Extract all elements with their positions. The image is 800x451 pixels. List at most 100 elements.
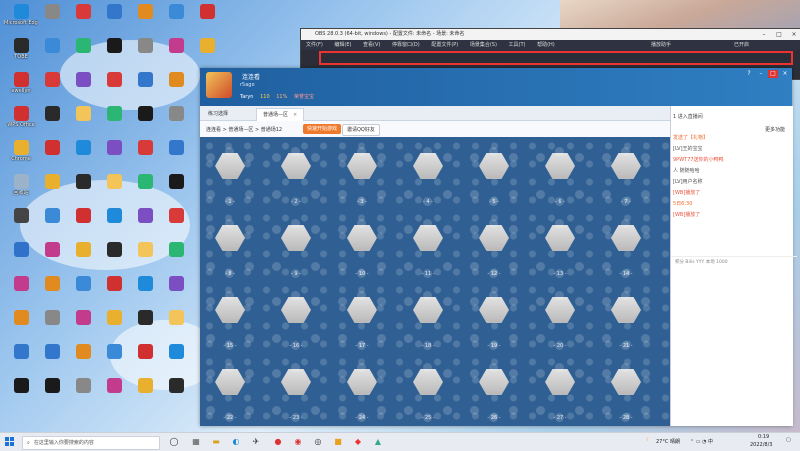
desktop-shortcut[interactable] (35, 38, 69, 54)
empty-seat-icon[interactable] (641, 406, 650, 415)
game-table[interactable]: - 16 - (266, 289, 326, 357)
desktop-shortcut[interactable] (128, 106, 162, 122)
maximize-icon[interactable]: □ (768, 70, 778, 78)
game-table[interactable]: - 26 - (464, 361, 524, 426)
empty-seat-icon[interactable] (225, 291, 234, 300)
empty-seat-icon[interactable] (311, 153, 320, 162)
table-hexagon[interactable] (413, 369, 443, 395)
table-hexagon[interactable] (281, 297, 311, 323)
empty-seat-icon[interactable] (443, 369, 452, 378)
help-icon[interactable]: ? (744, 70, 754, 78)
desktop-shortcut[interactable] (159, 4, 193, 20)
empty-seat-icon[interactable] (423, 147, 432, 156)
weather-icon[interactable]: ☾ (646, 437, 650, 443)
table-hexagon[interactable] (545, 297, 575, 323)
desktop-shortcut[interactable] (97, 38, 131, 54)
empty-seat-icon[interactable] (602, 406, 611, 415)
empty-seat-icon[interactable] (404, 334, 413, 343)
desktop-shortcut[interactable] (35, 208, 69, 224)
obs-menu-docks[interactable]: 停靠窗口(D) (392, 42, 420, 48)
desktop-shortcut[interactable]: Microsoft Edge (4, 4, 38, 26)
empty-seat-icon[interactable] (377, 297, 386, 306)
desktop-shortcut[interactable] (4, 310, 38, 326)
empty-seat-icon[interactable] (311, 297, 320, 306)
game-table[interactable]: - 23 - (266, 361, 326, 426)
empty-seat-icon[interactable] (509, 406, 518, 415)
empty-seat-icon[interactable] (245, 406, 254, 415)
empty-seat-icon[interactable] (575, 334, 584, 343)
empty-seat-icon[interactable] (575, 225, 584, 234)
edge-icon[interactable]: ◐ (230, 436, 242, 448)
game-table[interactable]: - 15 - (200, 289, 260, 357)
app-icon[interactable]: ✈ (250, 436, 262, 448)
empty-seat-icon[interactable] (338, 369, 347, 378)
empty-seat-icon[interactable] (225, 147, 234, 156)
empty-seat-icon[interactable] (575, 262, 584, 271)
desktop-shortcut[interactable] (35, 276, 69, 292)
empty-seat-icon[interactable] (206, 225, 215, 234)
empty-seat-icon[interactable] (311, 190, 320, 199)
empty-seat-icon[interactable] (272, 297, 281, 306)
empty-seat-icon[interactable] (489, 291, 498, 300)
table-hexagon[interactable] (611, 297, 641, 323)
empty-seat-icon[interactable] (575, 369, 584, 378)
empty-seat-icon[interactable] (272, 190, 281, 199)
empty-seat-icon[interactable] (291, 219, 300, 228)
desktop-shortcut[interactable] (4, 344, 38, 360)
game-table[interactable]: - 18 - (398, 289, 458, 357)
desktop-shortcut[interactable] (159, 208, 193, 224)
desktop-shortcut[interactable]: TOBE (4, 38, 38, 60)
empty-seat-icon[interactable] (602, 262, 611, 271)
empty-seat-icon[interactable] (536, 225, 545, 234)
desktop-shortcut[interactable]: Chrome (4, 140, 38, 162)
windows-start-icon[interactable] (5, 437, 15, 447)
table-hexagon[interactable] (545, 225, 575, 251)
empty-seat-icon[interactable] (443, 334, 452, 343)
empty-seat-icon[interactable] (621, 363, 630, 372)
clock-time[interactable]: 0:19 (758, 434, 769, 440)
desktop-shortcut[interactable] (128, 140, 162, 156)
game-table[interactable]: - 10 - (332, 217, 392, 285)
desktop-shortcut[interactable] (128, 174, 162, 190)
empty-seat-icon[interactable] (443, 406, 452, 415)
empty-seat-icon[interactable] (423, 219, 432, 228)
empty-seat-icon[interactable] (291, 291, 300, 300)
empty-seat-icon[interactable] (641, 297, 650, 306)
empty-seat-icon[interactable] (206, 297, 215, 306)
desktop-shortcut[interactable] (128, 276, 162, 292)
minimize-icon[interactable]: – (756, 70, 766, 78)
table-hexagon[interactable] (215, 369, 245, 395)
table-hexagon[interactable] (347, 297, 377, 323)
desktop-shortcut[interactable] (66, 174, 100, 190)
table-hexagon[interactable] (545, 369, 575, 395)
empty-seat-icon[interactable] (470, 334, 479, 343)
table-hexagon[interactable] (347, 153, 377, 179)
desktop-shortcut[interactable] (66, 276, 100, 292)
game-table[interactable]: - 7 - (596, 145, 656, 213)
empty-seat-icon[interactable] (377, 262, 386, 271)
empty-seat-icon[interactable] (423, 291, 432, 300)
empty-seat-icon[interactable] (602, 225, 611, 234)
desktop-shortcut[interactable] (35, 378, 69, 394)
table-hexagon[interactable] (611, 225, 641, 251)
empty-seat-icon[interactable] (489, 147, 498, 156)
desktop-shortcut[interactable]: 回收站 (4, 174, 38, 196)
empty-seat-icon[interactable] (536, 262, 545, 271)
desktop-shortcut[interactable]: ewellyn (4, 72, 38, 94)
table-hexagon[interactable] (413, 225, 443, 251)
desktop-shortcut[interactable] (159, 344, 193, 360)
desktop-shortcut[interactable] (159, 140, 193, 156)
desktop-shortcut[interactable]: WPS Office (4, 106, 38, 128)
desktop-shortcut[interactable] (128, 72, 162, 88)
game-table[interactable]: - 21 - (596, 289, 656, 357)
empty-seat-icon[interactable] (443, 225, 452, 234)
empty-seat-icon[interactable] (338, 153, 347, 162)
maximize-icon[interactable]: □ (772, 29, 786, 40)
empty-seat-icon[interactable] (602, 153, 611, 162)
empty-seat-icon[interactable] (357, 291, 366, 300)
table-hexagon[interactable] (347, 225, 377, 251)
table-hexagon[interactable] (347, 369, 377, 395)
desktop-shortcut[interactable] (128, 4, 162, 20)
obs-menu-file[interactable]: 文件(F) (306, 42, 323, 48)
desktop-shortcut[interactable] (35, 4, 69, 20)
